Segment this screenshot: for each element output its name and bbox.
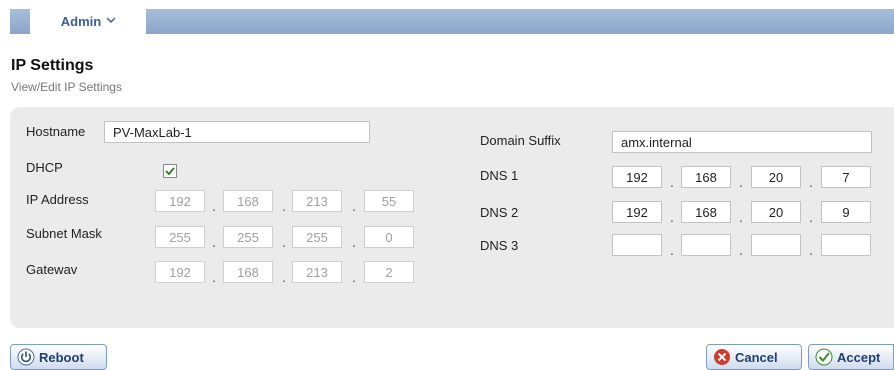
dns-separator: . bbox=[670, 242, 674, 258]
dns1-octet-1[interactable]: 192 bbox=[612, 166, 662, 188]
dns-separator: . bbox=[809, 242, 813, 258]
dns3-octet-4[interactable] bbox=[821, 234, 871, 256]
dns-separator: . bbox=[739, 242, 743, 258]
dns3-octet-2[interactable] bbox=[681, 234, 731, 256]
ip-separator: . bbox=[212, 198, 216, 214]
reboot-button[interactable]: Reboot bbox=[10, 344, 107, 370]
subnet-mask-label: Subnet Mask bbox=[26, 226, 102, 241]
subnet-mask-octet-1[interactable]: 255 bbox=[155, 226, 205, 248]
ip-address-octet-4[interactable]: 55 bbox=[364, 190, 414, 212]
dns2-octet-2[interactable]: 168 bbox=[681, 201, 731, 223]
subnet-mask-octet-3[interactable]: 255 bbox=[292, 226, 342, 248]
dhcp-label: DHCP bbox=[26, 160, 63, 175]
page-subtitle: View/Edit IP Settings bbox=[11, 80, 122, 94]
gateway-octet-4[interactable]: 2 bbox=[364, 261, 414, 283]
domain-suffix-input[interactable]: amx.internal bbox=[612, 131, 872, 153]
dns2-octet-4[interactable]: 9 bbox=[821, 201, 871, 223]
dns3-label: DNS 3 bbox=[480, 238, 519, 253]
domain-suffix-label: Domain Suffix bbox=[480, 133, 561, 148]
dns-separator: . bbox=[739, 209, 743, 225]
gateway-separator: . bbox=[212, 269, 216, 285]
gateway-separator: . bbox=[352, 269, 356, 285]
chevron-down-icon bbox=[107, 16, 116, 23]
dns1-octet-3[interactable]: 20 bbox=[751, 166, 801, 188]
dns2-octet-3[interactable]: 20 bbox=[751, 201, 801, 223]
ip-address-octet-3[interactable]: 213 bbox=[292, 190, 342, 212]
top-nav-bar: Admin bbox=[10, 9, 894, 34]
cancel-button[interactable]: Cancel bbox=[706, 344, 802, 370]
gateway-octet-3[interactable]: 213 bbox=[292, 261, 342, 283]
dns-separator: . bbox=[809, 174, 813, 190]
dns-separator: . bbox=[739, 174, 743, 190]
subnet-mask-octet-4[interactable]: 0 bbox=[364, 226, 414, 248]
ip-address-label: IP Address bbox=[26, 192, 89, 207]
gateway-octet-1[interactable]: 192 bbox=[155, 261, 205, 283]
dns-separator: . bbox=[670, 174, 674, 190]
dns1-octet-2[interactable]: 168 bbox=[681, 166, 731, 188]
subnet-mask-octet-2[interactable]: 255 bbox=[223, 226, 273, 248]
page-title: IP Settings bbox=[11, 57, 94, 74]
dns1-octet-4[interactable]: 7 bbox=[821, 166, 871, 188]
hostname-input[interactable]: PV-MaxLab-1 bbox=[104, 121, 370, 143]
ip-separator: . bbox=[352, 198, 356, 214]
dns2-label: DNS 2 bbox=[480, 205, 519, 220]
cancel-x-icon bbox=[714, 349, 730, 365]
accept-button-label: Accept bbox=[837, 349, 881, 365]
gateway-label: Gatewav bbox=[26, 262, 78, 277]
admin-menu-tab[interactable]: Admin bbox=[30, 9, 146, 34]
dns3-octet-3[interactable] bbox=[751, 234, 801, 256]
dns-separator: . bbox=[809, 209, 813, 225]
gateway-octet-2[interactable]: 168 bbox=[223, 261, 273, 283]
dhcp-checkbox[interactable] bbox=[163, 164, 177, 178]
gateway-separator: . bbox=[282, 269, 286, 285]
reboot-button-label: Reboot bbox=[39, 349, 84, 365]
dns2-octet-1[interactable]: 192 bbox=[612, 201, 662, 223]
ip-address-octet-2[interactable]: 168 bbox=[223, 190, 273, 212]
dns3-octet-1[interactable] bbox=[612, 234, 662, 256]
dns1-label: DNS 1 bbox=[480, 168, 519, 183]
power-icon bbox=[17, 348, 35, 366]
subnet-separator: . bbox=[352, 234, 356, 250]
cancel-button-label: Cancel bbox=[735, 349, 778, 365]
subnet-separator: . bbox=[282, 234, 286, 250]
ip-address-octet-1[interactable]: 192 bbox=[155, 190, 205, 212]
ip-separator: . bbox=[282, 198, 286, 214]
dns-separator: . bbox=[670, 209, 674, 225]
hostname-label: Hostname bbox=[26, 124, 86, 139]
check-icon bbox=[165, 167, 175, 176]
accept-button[interactable]: Accept bbox=[808, 344, 894, 370]
admin-menu-label: Admin bbox=[60, 14, 102, 29]
accept-check-icon bbox=[815, 348, 833, 366]
subnet-separator: . bbox=[212, 234, 216, 250]
